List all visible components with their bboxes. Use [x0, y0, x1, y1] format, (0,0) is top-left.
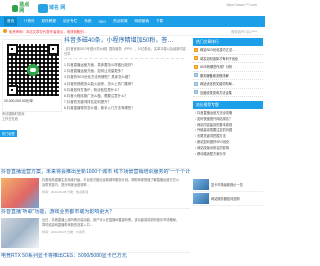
qr-finder-icon [7, 44, 18, 55]
article-card: 抖音直播运营方案，未来将会推出全新1000个城市 线下场景营销培训服务的“一个个… [0, 168, 190, 208]
site-logo[interactable]: 蓝点 网 [12, 2, 34, 14]
qr-finder-icon [48, 44, 59, 55]
feature-title[interactable]: 抖音多磁40条，小程序精增加50粉，答… [64, 38, 189, 45]
sidebar-header-hot: 热门文章排行 [193, 38, 263, 46]
thumbnail [193, 193, 209, 204]
qr-finder-icon [7, 85, 18, 96]
divider [64, 58, 184, 59]
nav-item-hot-news[interactable]: 热点新闻 [113, 19, 127, 24]
article-text-block: 近日，抖音直播上线听歌识曲功能，用户可以在直播间直接听歌，该功能或将影响音乐市场… [42, 218, 182, 248]
article-card: 电竞RTX 50系列显卡将推出CES：5090/5080显卡已万元 [0, 252, 190, 260]
sidebar-header-recommend: 站长推荐专题 [193, 101, 263, 109]
nav-item-webmaster[interactable]: 站长专栏 [63, 19, 77, 24]
nav-item-tutorials[interactable]: 软件教程 [42, 19, 56, 24]
article-title[interactable]: 电竞RTX 50系列显卡将推出CES：5090/5080显卡已万元 [0, 253, 190, 260]
sidebar-item[interactable]: 4 服务器备案流程详解 [193, 72, 263, 80]
sidebar: 热门文章排行 1 网站SEO优化技巧汇总… 2 域名如何选择才有利于优化 3 D… [193, 38, 263, 157]
thumbnail [193, 179, 209, 190]
qr-card: 20,000,000.00元/年 [2, 39, 62, 112]
header: 蓝点 网 域名 网 https://www.***.com [0, 0, 265, 16]
list-item[interactable]: 移动端适配方案分享 [193, 152, 261, 158]
notice-text[interactable]: 免责声明：本站文章仅代表作者观点，请谨慎甄别… [9, 29, 87, 34]
nav-item-download[interactable]: 下载 [156, 19, 163, 24]
sidebar-item-label: 域名如何选择才有利于优化 [200, 56, 239, 61]
article-thumbnail[interactable] [1, 178, 39, 208]
contact-strip: 有问题随时咨询 工作日在线 热门标签 [0, 112, 62, 140]
article-summary: 抖音电商直播生态持续升级，平台官方推出全新城市服务计划，帮助商家快速了解直播运营… [42, 178, 180, 187]
rank-badge: 1 [194, 47, 198, 52]
list-item-label: 网站服务器如何选购 [211, 196, 240, 201]
contact-text: 商务合作 QQ:**** [231, 29, 257, 34]
sidebar-item[interactable]: 1 网站SEO优化技巧汇总… [193, 46, 263, 55]
sidebar-item-label: 网站SEO优化技巧汇总… [200, 48, 236, 53]
article-meta: 时间：2022-06-08 分类：热点新闻 [42, 189, 89, 194]
sidebar-item[interactable]: 5 网站优化的关键词布局… [193, 80, 263, 89]
logo-mark-icon [12, 4, 19, 12]
nav-item-it-news[interactable]: IT资讯 [24, 19, 34, 24]
page: { "header": { "logo1_text": "蓝点\n网", "lo… [0, 0, 265, 266]
right-lower-list: 显卡市场最新报价一览 网站服务器如何选购 [193, 178, 263, 206]
list-item[interactable]: 显卡市场最新报价一览 [193, 178, 263, 192]
nav-item-marketing[interactable]: 网络营销 [134, 19, 148, 24]
rank-badge: 2 [194, 56, 198, 61]
nav-item-home[interactable]: 首页 [4, 17, 18, 26]
sidebar-item[interactable]: 2 域名如何选择才有利于优化 [193, 55, 263, 63]
nav-item-seo[interactable]: SEO [99, 20, 107, 24]
sidebar-item-label: 服务器备案流程详解 [200, 73, 229, 78]
qa-item[interactable]: 8.抖音直播带货怎么做，新手入门方法有哪些？ [64, 105, 186, 111]
article-meta: 时间：2022-06-07 分类：IT资讯 [42, 229, 85, 234]
partner-logo-mark-icon [38, 3, 48, 13]
qr-code-icon [7, 44, 59, 96]
sidebar-item-label: 百度收录查询方法合集 [200, 90, 232, 95]
article-body: 近日，抖音直播上线听歌识曲功能，用户可以在直播间直接听歌，该功能或将影响音乐市场… [0, 218, 190, 248]
rank-badge: 6 [194, 90, 198, 95]
list-item-label: 显卡市场最新报价一览 [211, 182, 243, 187]
article-text-block: 抖音电商直播生态持续升级，平台官方推出全新城市服务计划，帮助商家快速了解直播运营… [42, 178, 182, 208]
notice-bar: 免责声明：本站文章仅代表作者观点，请谨慎甄别… 商务合作 QQ:**** [0, 27, 265, 36]
rank-badge: 4 [194, 73, 198, 78]
sidebar-item[interactable]: 6 百度收录查询方法合集 [193, 89, 263, 97]
tag-tab[interactable]: 热门标签 [0, 130, 17, 137]
partner-logo[interactable]: 域名 网 [38, 3, 68, 13]
recommend-list: 抖音直播运营方法全攻略 如何快速提升网站排名？ 网站内容建设的基本原则 外链建设… [193, 111, 263, 157]
article-summary: 近日，抖音直播上线听歌识曲功能，用户可以在直播间直接听歌，该功能或将影响音乐市场… [42, 218, 180, 227]
speaker-icon [3, 29, 7, 33]
main-nav: 首页 IT资讯 软件教程 站长专栏 系统 SEO 热点新闻 网络营销 下载 [0, 16, 265, 27]
feature-summary: 【抖音官网SEO专题分享大纲】国际服务（PPK），10亿粉丝，买单冲量以及最新内… [64, 47, 186, 56]
rank-badge: 3 [194, 64, 198, 69]
sidebar-item-label: 网站优化的关键词布局… [200, 82, 236, 87]
qr-caption: 20,000,000.00元/年 [4, 99, 34, 103]
article-card: 抖音直播“听歌”功能，游戏业务都市或为影响更大？ 近日，抖音直播上线听歌识曲功能… [0, 208, 190, 248]
article-body: 抖音电商直播生态持续升级，平台官方推出全新城市服务计划，帮助商家快速了解直播运营… [0, 178, 190, 208]
header-url: https://www.***.com [226, 3, 257, 7]
wechat-icon [27, 64, 39, 76]
article-title[interactable]: 抖音直播运营方案，未来将会推出全新1000个城市 线下场景营销培训服务的“一个个… [0, 169, 190, 176]
list-item[interactable]: 网站服务器如何选购 [193, 192, 263, 206]
article-title[interactable]: 抖音直播“听歌”功能，游戏业务都市或为影响更大？ [0, 209, 190, 216]
feature-article: 抖音多磁40条，小程序精增加50粉，答… 【抖音官网SEO专题分享大纲】国际服务… [64, 38, 189, 112]
contact-row: 工作日在线 [2, 117, 18, 121]
article-thumbnail[interactable] [1, 218, 39, 248]
nav-item-system[interactable]: 系统 [84, 19, 91, 24]
logo-text: 蓝点 网 [19, 2, 30, 14]
sidebar-item[interactable]: 3 DNS有哪些作用？分析 [193, 63, 263, 72]
partner-logo-text: 域名 网 [49, 5, 66, 11]
sidebar-item-label: DNS有哪些作用？分析 [200, 65, 233, 70]
rank-badge: 5 [194, 81, 198, 86]
